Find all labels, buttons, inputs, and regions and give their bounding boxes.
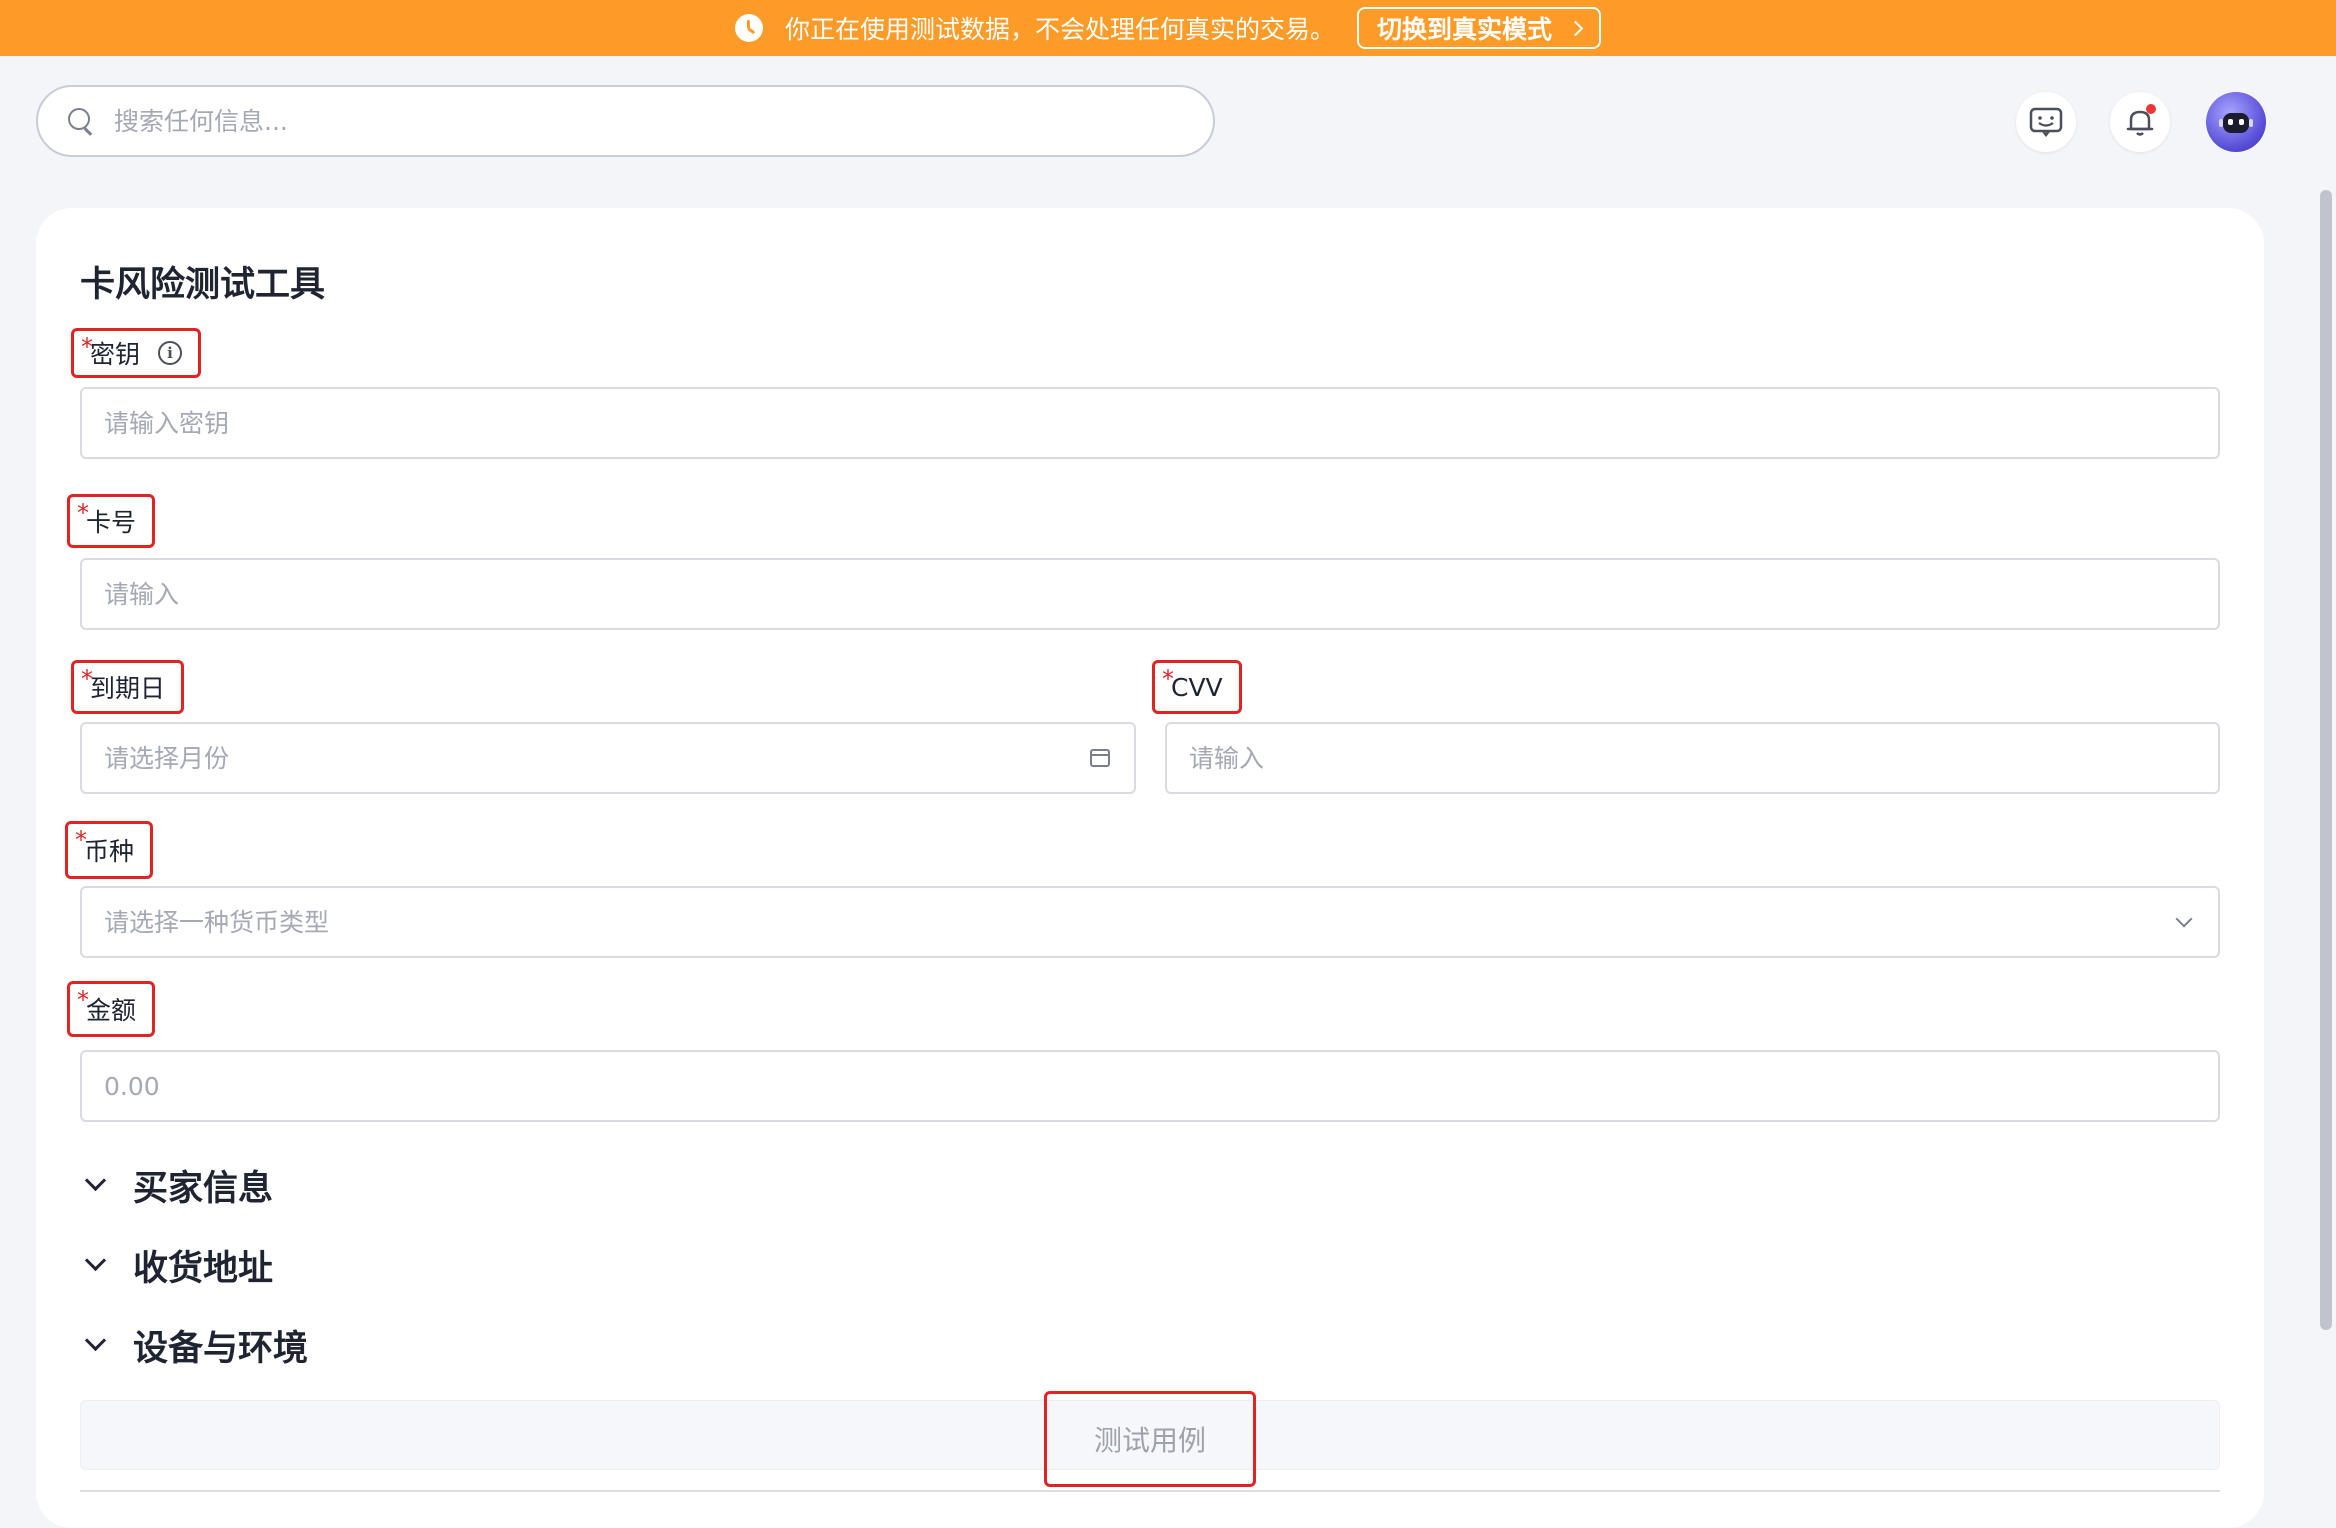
section-shipping-address[interactable]: 收货地址: [80, 1240, 273, 1291]
feedback-button[interactable]: [2016, 92, 2076, 152]
chevron-down-icon: [84, 1249, 107, 1272]
required-mark: *: [75, 826, 87, 854]
info-icon[interactable]: i: [158, 341, 183, 365]
amount-label: * 金额: [67, 981, 156, 1037]
expiry-field[interactable]: [80, 722, 1136, 794]
chevron-down-icon: [2175, 910, 2193, 928]
card-number-label: * 卡号: [67, 494, 156, 548]
chevron-down-icon: [84, 1329, 107, 1352]
currency-label-text: 币种: [84, 837, 135, 866]
required-mark: *: [77, 986, 89, 1014]
section-label: 设备与环境: [133, 1329, 309, 1369]
expiry-label: * 到期日: [71, 660, 185, 714]
test-mode-message: 你正在使用测试数据，不会处理任何真实的交易。: [784, 15, 1335, 44]
card-number-field: [80, 558, 2220, 630]
chat-smile-icon: [2029, 107, 2063, 137]
test-mode-banner: 你正在使用测试数据，不会处理任何真实的交易。 切换到真实模式: [0, 0, 2336, 56]
required-mark: *: [1162, 665, 1174, 693]
switch-to-live-button[interactable]: 切换到真实模式: [1357, 7, 1602, 49]
required-mark: *: [77, 499, 89, 527]
secret-key-field: [80, 387, 2220, 459]
search-input[interactable]: [114, 106, 1213, 136]
avatar[interactable]: [2206, 92, 2266, 152]
expiry-month-picker[interactable]: [104, 743, 1090, 773]
amount-input[interactable]: [104, 1071, 2196, 1101]
cvv-label: * CVV: [1152, 660, 1242, 714]
section-buyer-info[interactable]: 买家信息: [80, 1160, 273, 1211]
cvv-field: [1165, 722, 2220, 794]
secret-key-input[interactable]: [104, 408, 2196, 438]
chevron-right-icon: [1567, 20, 1584, 36]
global-search: [36, 85, 1215, 157]
section-label: 买家信息: [133, 1169, 274, 1209]
required-mark: *: [81, 333, 93, 361]
card-number-input[interactable]: [104, 579, 2196, 609]
notifications-button[interactable]: [2110, 92, 2170, 152]
cvv-label-text: CVV: [1171, 672, 1223, 702]
expiry-label-text: 到期日: [90, 674, 166, 703]
chevron-down-icon: [84, 1169, 107, 1192]
page-title: 卡风险测试工具: [80, 265, 326, 305]
calendar-icon: [1090, 749, 1110, 767]
notification-dot: [2146, 104, 2156, 114]
section-label: 收货地址: [133, 1249, 274, 1289]
amount-field: [80, 1050, 2220, 1122]
currency-select-input[interactable]: [104, 907, 2178, 937]
clock-icon: [734, 14, 763, 42]
required-mark: *: [81, 665, 93, 693]
switch-to-live-label: 切换到真实模式: [1377, 15, 1553, 44]
currency-select[interactable]: [80, 886, 2220, 958]
amount-label-text: 金额: [86, 996, 137, 1025]
robot-icon: [2219, 113, 2253, 133]
search-icon: [68, 108, 94, 134]
currency-label: * 币种: [65, 821, 154, 879]
cvv-input[interactable]: [1189, 743, 2196, 773]
secret-key-label: * 密钥 i: [71, 328, 202, 378]
section-device-environment[interactable]: 设备与环境: [80, 1320, 308, 1371]
page-scrollbar[interactable]: [2320, 190, 2332, 1330]
test-case-button[interactable]: 测试用例: [1044, 1391, 1256, 1487]
secret-key-label-text: 密钥: [90, 340, 141, 369]
divider: [80, 1490, 2220, 1492]
card-number-label-text: 卡号: [86, 508, 137, 537]
